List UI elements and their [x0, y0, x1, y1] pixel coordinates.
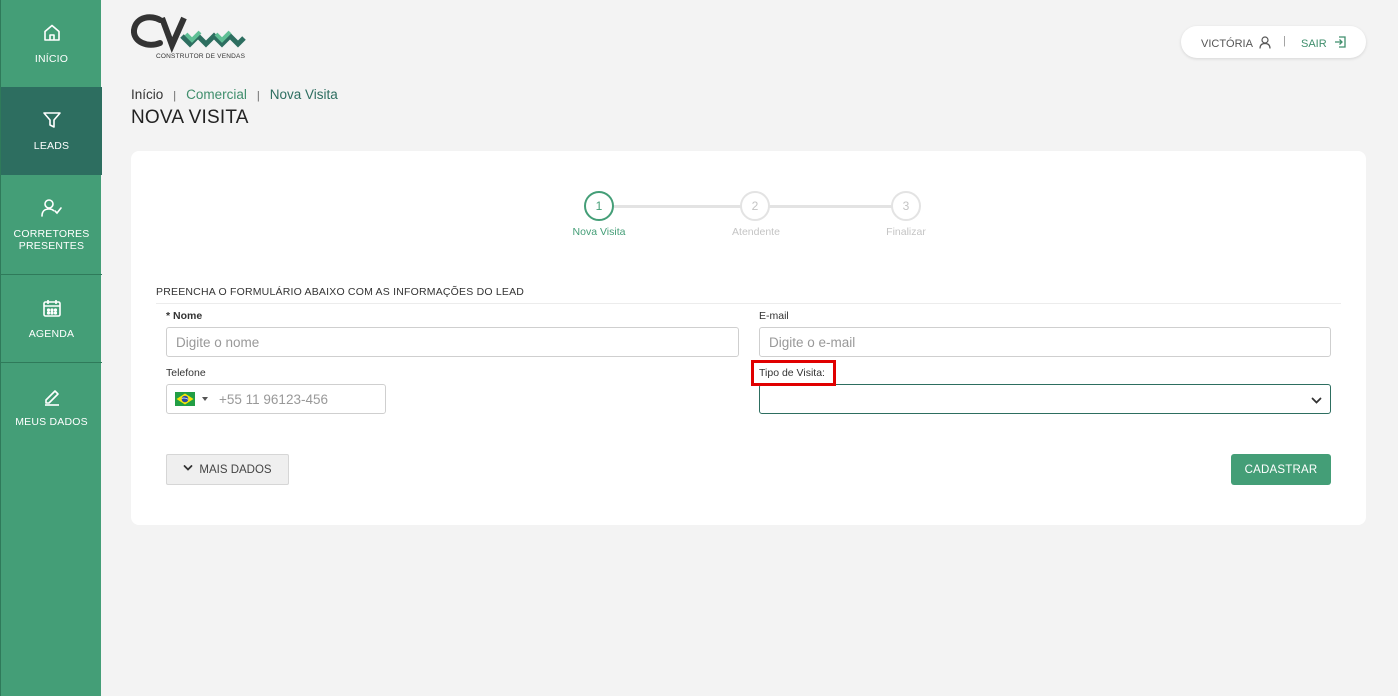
visit-type-select[interactable]: [759, 384, 1331, 414]
step-3-indicator: 3: [891, 191, 921, 221]
phone-label: Telefone: [166, 367, 206, 379]
page-title: NOVA VISITA: [131, 107, 249, 128]
email-placeholder: Digite o e-mail: [769, 334, 856, 350]
sidebar-item-label: AGENDA: [28, 327, 75, 340]
name-label: * Nome: [166, 310, 202, 322]
breadcrumb-separator: |: [173, 90, 177, 102]
sidebar-item-agenda[interactable]: AGENDA: [1, 275, 102, 363]
phone-placeholder: +55 11 96123-456: [219, 391, 328, 407]
logout-label: SAIR: [1301, 37, 1327, 50]
email-label: E-mail: [759, 310, 789, 322]
user-check-icon: [40, 198, 63, 218]
name-placeholder: Digite o nome: [176, 334, 260, 350]
form-title: PREENCHA O FORMULÁRIO ABAIXO COM AS INFO…: [156, 286, 525, 298]
breadcrumb-comercial[interactable]: Comercial: [186, 87, 247, 105]
name-label-text: Nome: [173, 310, 203, 322]
sidebar-item-label: INÍCIO: [34, 52, 69, 65]
breadcrumb-current: Nova Visita: [269, 87, 338, 102]
sidebar-item-leads[interactable]: LEADS: [1, 87, 102, 175]
sidebar-item-corretores[interactable]: CORRETORES PRESENTES: [1, 175, 102, 275]
chevron-down-icon: [1311, 394, 1322, 409]
logout-icon: [1334, 36, 1346, 51]
brazil-flag-icon[interactable]: [175, 392, 195, 406]
sidebar-item-meus-dados[interactable]: MEUS DADOS: [1, 363, 102, 451]
user-menu: VICTÓRIA | SAIR: [1181, 26, 1366, 58]
step-1-indicator: 1: [584, 191, 614, 221]
step-1-label: Nova Visita: [572, 226, 626, 238]
sidebar-item-label: CORRETORES PRESENTES: [13, 227, 90, 252]
calendar-icon: [42, 298, 62, 318]
email-input[interactable]: Digite o e-mail: [759, 327, 1331, 357]
home-icon: [42, 23, 62, 43]
user-divider: |: [1283, 35, 1286, 47]
sidebar-item-inicio[interactable]: INÍCIO: [1, 0, 102, 88]
step-connector: [769, 205, 894, 208]
chevron-down-icon: [183, 463, 193, 476]
edit-icon: [42, 386, 62, 406]
logo-tagline: CONSTRUTOR DE VENDAS: [156, 53, 246, 60]
name-input[interactable]: Digite o nome: [166, 327, 739, 357]
visit-type-label: Tipo de Visita:: [759, 367, 825, 379]
phone-input[interactable]: +55 11 96123-456: [166, 384, 386, 414]
form-card: 1 Nova Visita 2 Atendente 3 Finalizar PR…: [131, 151, 1366, 525]
step-2-indicator: 2: [740, 191, 770, 221]
breadcrumb-home[interactable]: Início: [131, 87, 163, 105]
sidebar-item-label: LEADS: [33, 140, 70, 152]
user-name: VICTÓRIA: [1201, 38, 1253, 50]
step-connector: [614, 205, 744, 208]
user-icon: [1259, 36, 1271, 52]
required-mark: *: [166, 310, 171, 322]
logout-button[interactable]: SAIR: [1301, 36, 1346, 51]
country-dropdown-caret-icon[interactable]: [202, 397, 208, 401]
sidebar: INÍCIO LEADS CORRETORES PRESENTES AGENDA…: [0, 0, 102, 696]
step-2-label: Atendente: [732, 226, 780, 238]
more-data-button[interactable]: MAIS DADOS: [166, 454, 289, 485]
funnel-icon: [42, 110, 62, 130]
submit-label: CADASTRAR: [1244, 463, 1318, 476]
form-divider: [156, 303, 1341, 304]
sidebar-item-label: MEUS DADOS: [15, 416, 88, 428]
user-profile[interactable]: VICTÓRIA: [1201, 36, 1271, 52]
breadcrumb: Início | Comercial | Nova Visita: [131, 87, 338, 105]
brand-logo[interactable]: CONSTRUTOR DE VENDAS: [130, 12, 250, 64]
more-data-label: MAIS DADOS: [199, 463, 272, 476]
step-3-label: Finalizar: [886, 226, 926, 238]
submit-button[interactable]: CADASTRAR: [1231, 454, 1331, 485]
breadcrumb-separator: |: [256, 90, 260, 102]
